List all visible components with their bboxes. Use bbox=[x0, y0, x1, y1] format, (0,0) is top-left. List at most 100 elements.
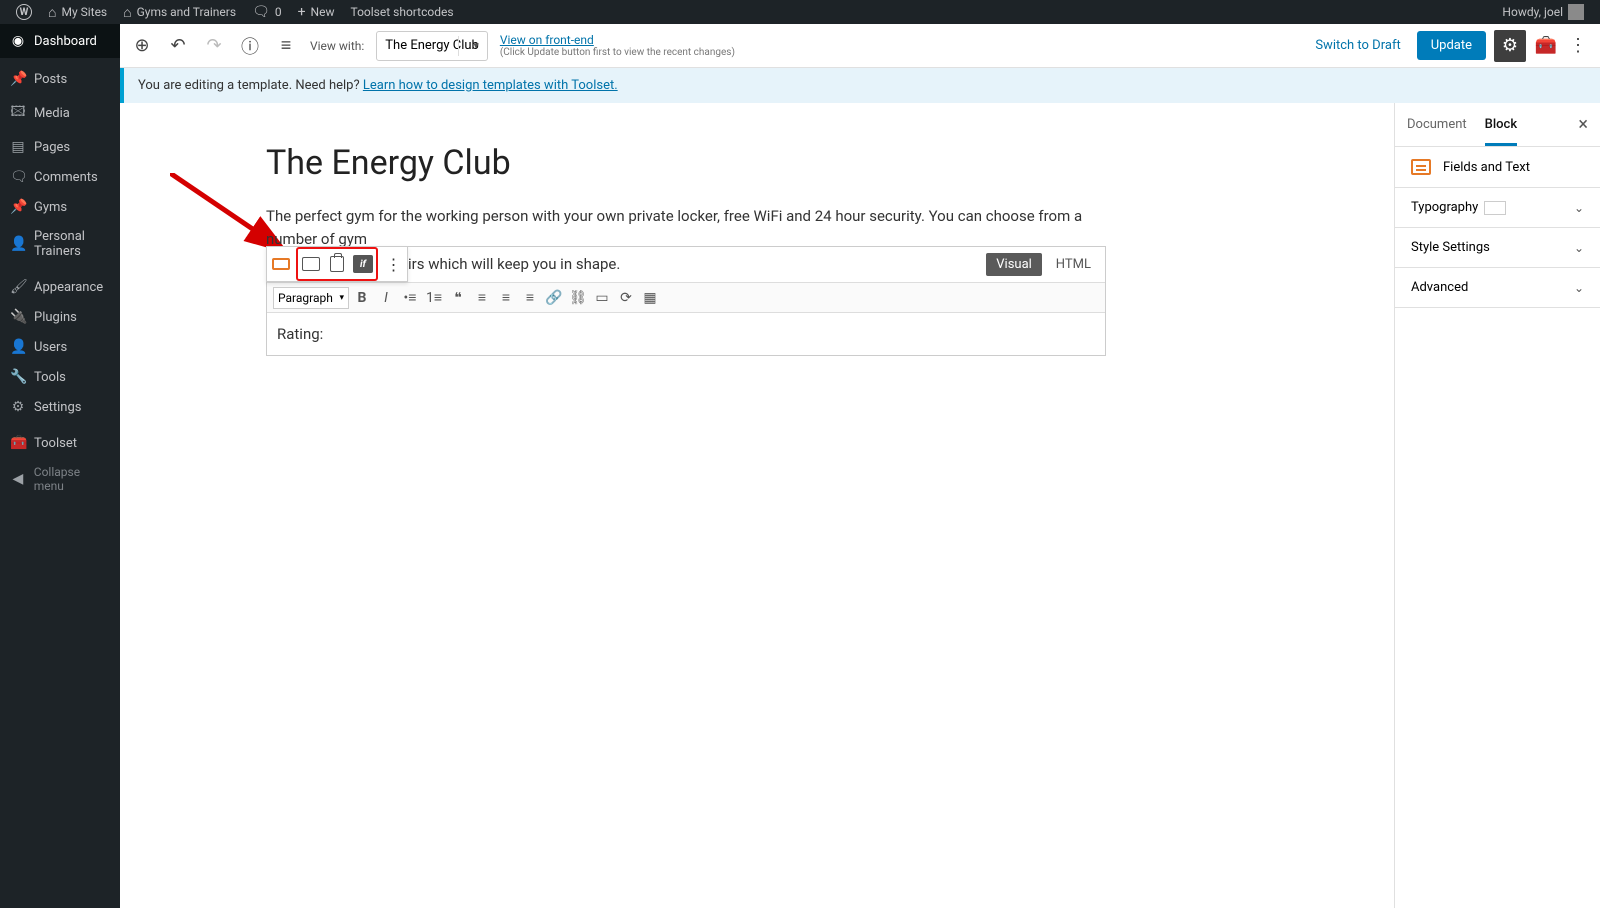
chevron-down-icon: ⌄ bbox=[1574, 281, 1584, 295]
fields-text-icon bbox=[1411, 159, 1431, 175]
sidebar-item-collapse[interactable]: ◀Collapse menu bbox=[0, 458, 120, 500]
new-label: New bbox=[311, 5, 335, 19]
sidebar-item-tools[interactable]: 🔧Tools bbox=[0, 362, 120, 392]
bold-button[interactable]: B bbox=[351, 287, 373, 309]
panel-label: Style Settings bbox=[1411, 240, 1490, 255]
comment-count: 0 bbox=[275, 5, 282, 19]
view-with-select[interactable]: The Energy Club ▾ bbox=[376, 31, 488, 61]
pin-icon: 📌 bbox=[10, 199, 26, 215]
tab-block[interactable]: Block bbox=[1485, 103, 1517, 146]
more-menu-button[interactable]: ⋮ bbox=[1566, 34, 1590, 58]
add-field-button[interactable] bbox=[324, 249, 350, 279]
outline-button[interactable]: ≡ bbox=[274, 34, 298, 58]
inspector-panel: Document Block × Fields and Text Typogra… bbox=[1394, 103, 1600, 908]
toggle-toolbar-button[interactable]: ▦ bbox=[639, 287, 661, 309]
fields-text-icon bbox=[272, 258, 290, 270]
chevron-down-icon: ⌄ bbox=[1574, 201, 1584, 215]
block-type-button[interactable] bbox=[267, 247, 294, 281]
sidebar-item-gyms[interactable]: 📌 Gyms bbox=[0, 192, 120, 222]
site-name-menu[interactable]: ⌂Gyms and Trainers bbox=[115, 0, 244, 24]
view-frontend-link[interactable]: View on front-end bbox=[500, 33, 735, 47]
block-toolbar: if ⋮ bbox=[266, 246, 408, 282]
format-select[interactable]: Paragraph▾ bbox=[273, 287, 349, 309]
my-sites-menu[interactable]: ⌂My Sites bbox=[40, 0, 115, 24]
add-block-button[interactable]: ⊕ bbox=[130, 34, 154, 58]
conditional-icon: if bbox=[353, 255, 373, 273]
tinymce-toolbar: Paragraph▾ B I •≡ 1≡ ❝ ≡ ≡ ≡ 🔗 ⛓ bbox=[267, 283, 1105, 313]
sidebar-label: Gyms bbox=[34, 200, 67, 215]
template-notice: You are editing a template. Need help? L… bbox=[120, 68, 1600, 103]
comments-menu[interactable]: 🗨0 bbox=[244, 0, 290, 24]
sidebar-item-pages[interactable]: ▤Pages bbox=[0, 132, 120, 162]
sidebar-item-toolset[interactable]: 🧰Toolset bbox=[0, 428, 120, 458]
ol-button[interactable]: 1≡ bbox=[423, 287, 445, 309]
redo-button[interactable]: ↷ bbox=[202, 34, 226, 58]
sidebar-item-settings[interactable]: ⚙Settings bbox=[0, 392, 120, 422]
sidebar-item-users[interactable]: 👤Users bbox=[0, 332, 120, 362]
sidebar-item-appearance[interactable]: 🖌Appearance bbox=[0, 272, 120, 302]
undo-button[interactable]: ↶ bbox=[166, 34, 190, 58]
html-tab[interactable]: HTML bbox=[1046, 253, 1101, 276]
block-selection: if ⋮ irs which will keep you in shape. V… bbox=[266, 246, 1106, 356]
sidebar-item-comments[interactable]: 🗨Comments bbox=[0, 162, 120, 192]
tab-document[interactable]: Document bbox=[1407, 103, 1467, 146]
editor-content: ⊕ ↶ ↷ ⓘ ≡ View with: The Energy Club ▾ V… bbox=[120, 24, 1600, 908]
more-options-button[interactable]: ⋮ bbox=[380, 247, 407, 281]
wp-logo-menu[interactable]: W bbox=[8, 0, 40, 24]
editor-content-area[interactable]: Rating: bbox=[267, 313, 1105, 355]
sidebar-item-posts[interactable]: 📌Posts bbox=[0, 64, 120, 94]
media-icon bbox=[302, 257, 320, 271]
toolset-shortcodes-menu[interactable]: Toolset shortcodes bbox=[343, 0, 462, 24]
editor-top-toolbar: ⊕ ↶ ↷ ⓘ ≡ View with: The Energy Club ▾ V… bbox=[120, 24, 1600, 68]
align-center-button[interactable]: ≡ bbox=[495, 287, 517, 309]
post-body-tail: irs which will keep you in shape. bbox=[408, 253, 620, 276]
unlink-button[interactable]: ⛓ bbox=[567, 287, 589, 309]
chevron-down-icon: ▾ bbox=[339, 293, 344, 303]
sidebar-label: Toolset bbox=[34, 436, 77, 451]
plus-icon: + bbox=[298, 4, 306, 20]
dashboard-icon: ◉ bbox=[10, 33, 26, 49]
home-icon: ⌂ bbox=[48, 4, 56, 21]
sidebar-label: Users bbox=[34, 340, 67, 355]
panel-style-settings[interactable]: Style Settings ⌄ bbox=[1395, 228, 1600, 268]
notice-text: You are editing a template. Need help? bbox=[138, 78, 363, 93]
post-body-text: The perfect gym for the working person w… bbox=[266, 205, 1106, 250]
conditional-button[interactable]: if bbox=[350, 249, 376, 279]
quote-button[interactable]: ❝ bbox=[447, 287, 469, 309]
notice-help-link[interactable]: Learn how to design templates with Tools… bbox=[363, 78, 618, 93]
new-content-menu[interactable]: + New bbox=[290, 0, 343, 24]
switch-to-draft-button[interactable]: Switch to Draft bbox=[1307, 38, 1408, 53]
sidebar-item-media[interactable]: 🖾Media bbox=[0, 94, 120, 132]
italic-button[interactable]: I bbox=[375, 287, 397, 309]
editor-text: Rating: bbox=[277, 325, 323, 343]
typography-swatch bbox=[1484, 201, 1506, 215]
sidebar-label: Appearance bbox=[34, 280, 103, 295]
link-button[interactable]: 🔗 bbox=[543, 287, 565, 309]
panel-advanced[interactable]: Advanced ⌄ bbox=[1395, 268, 1600, 308]
user-account-menu[interactable]: Howdy, joel bbox=[1494, 0, 1592, 24]
toolset-toggle-button[interactable]: 🧰 bbox=[1534, 34, 1558, 58]
add-media-button[interactable] bbox=[298, 249, 324, 279]
wordpress-logo-icon: W bbox=[16, 4, 32, 20]
settings-toggle-button[interactable]: ⚙ bbox=[1494, 30, 1526, 62]
update-button[interactable]: Update bbox=[1417, 31, 1486, 60]
align-left-button[interactable]: ≡ bbox=[471, 287, 493, 309]
align-right-button[interactable]: ≡ bbox=[519, 287, 541, 309]
sidebar-item-dashboard[interactable]: ◉Dashboard bbox=[0, 24, 120, 58]
ul-button[interactable]: •≡ bbox=[399, 287, 421, 309]
sidebar-item-plugins[interactable]: 🔌Plugins bbox=[0, 302, 120, 332]
admin-sidebar: ◉Dashboard 📌Posts 🖾Media ▤Pages 🗨Comment… bbox=[0, 24, 120, 908]
shortcode-button[interactable]: ⟳ bbox=[615, 287, 637, 309]
panel-label: Typography bbox=[1411, 200, 1478, 215]
sidebar-label: Settings bbox=[34, 400, 81, 415]
view-with-label: View with: bbox=[310, 39, 364, 53]
info-button[interactable]: ⓘ bbox=[238, 34, 262, 58]
panel-typography[interactable]: Typography ⌄ bbox=[1395, 188, 1600, 228]
readmore-button[interactable]: ▭ bbox=[591, 287, 613, 309]
sidebar-item-trainers[interactable]: 👤Personal Trainers bbox=[0, 222, 120, 266]
close-inspector-button[interactable]: × bbox=[1578, 114, 1588, 135]
sidebar-label: Comments bbox=[34, 170, 98, 185]
chevron-down-icon: ▾ bbox=[473, 39, 479, 52]
sidebar-label: Posts bbox=[34, 72, 67, 87]
visual-tab[interactable]: Visual bbox=[986, 253, 1042, 276]
